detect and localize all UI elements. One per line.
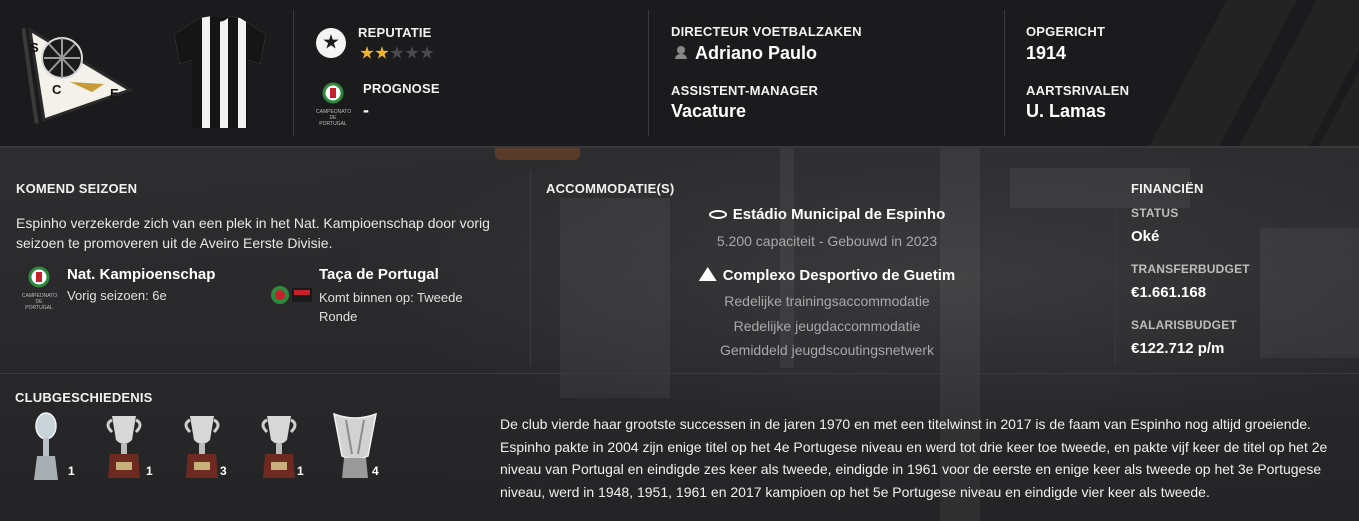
founded-label: OPGERICHT: [1026, 24, 1106, 39]
stadium-name: Estádio Municipal de Espinho: [732, 206, 946, 223]
youth-quality: Redelijke jeugdaccommodatie: [733, 318, 921, 334]
trophy-count: 1: [68, 464, 75, 478]
competition-logo: CAMPEONATO DE PORTUGAL: [316, 82, 351, 127]
star-icon: [360, 46, 374, 59]
prognosis-value: -: [363, 100, 369, 120]
silver-cup-icon[interactable]: [182, 410, 222, 482]
salary-budget-label: SALARISBUDGET: [1131, 318, 1237, 332]
assistant-value[interactable]: Vacature: [671, 101, 746, 122]
trophy-count: 1: [297, 464, 304, 478]
training-cone-icon: [698, 267, 717, 281]
club-kit-shirt[interactable]: [170, 14, 270, 132]
crystal-trophy-icon[interactable]: [28, 410, 64, 482]
competition-detail: Komt binnen op: Tweede Ronde: [319, 290, 463, 324]
training-name: Complexo Desportivo de Guetim: [722, 267, 956, 284]
rivals-label: AARTSRIVALEN: [1026, 83, 1130, 98]
scouting-network: Gemiddeld jeugdscoutingsnetwerk: [719, 342, 934, 358]
founded-value: 1914: [1026, 43, 1067, 63]
competition-detail: Vorig seizoen: 6e: [67, 288, 167, 303]
status-value: Oké: [1131, 228, 1160, 245]
club-crest[interactable]: S C E: [21, 20, 142, 130]
star-icon: [420, 46, 434, 59]
prognosis-label: PROGNOSE: [363, 81, 440, 96]
competition-logo: CAMPEONATO DE PORTUGAL: [22, 266, 57, 311]
club-header: S C E REPUTATIE CAMPEONATO DE PORTUGAL P…: [0, 0, 1359, 148]
header-decoration: [1139, 0, 1359, 146]
star-icon: [405, 46, 419, 59]
season-description: Espinho verzekerde zich van een plek in …: [16, 215, 490, 251]
silver-cup-icon[interactable]: [104, 410, 144, 482]
salary-budget-value[interactable]: €122.712 p/m: [1131, 340, 1224, 357]
reputation-stars[interactable]: [360, 46, 435, 65]
cup-logo: [270, 284, 312, 306]
competition-name[interactable]: Taça de Portugal: [319, 266, 439, 283]
season-title: KOMEND SEIZOEN: [16, 181, 138, 196]
trophy-count: 1: [146, 464, 153, 478]
training-quality: Redelijke trainingsaccommodatie: [724, 293, 930, 309]
status-label: STATUS: [1131, 206, 1179, 220]
facilities-title: ACCOMMODATIE(S): [546, 181, 675, 196]
history-title: CLUBGESCHIEDENIS: [15, 390, 153, 405]
transfer-budget-label: TRANSFERBUDGET: [1131, 262, 1250, 276]
assistant-label: ASSISTENT-MANAGER: [671, 83, 819, 98]
star-icon: [390, 46, 404, 59]
stadium-row[interactable]: Estádio Municipal de Espinho: [547, 206, 1107, 224]
crest-letter-e: E: [110, 86, 119, 101]
director-label: DIRECTEUR VOETBALZAKEN: [671, 24, 862, 39]
rivals-value[interactable]: U. Lamas: [1026, 101, 1106, 122]
trophy-count: 3: [220, 464, 227, 478]
history-text: De club vierde haar grootste successen i…: [500, 416, 1328, 500]
stadium-icon: [708, 210, 727, 220]
reputation-icon: [316, 28, 346, 58]
reputation-label: REPUTATIE: [358, 25, 432, 40]
crest-letter-c: C: [52, 82, 62, 97]
silver-cup-icon[interactable]: [259, 410, 299, 482]
crest-letter-s: S: [30, 40, 39, 55]
director-value[interactable]: Adriano Paulo: [695, 43, 817, 64]
competition-name[interactable]: Nat. Kampioenschap: [67, 266, 215, 283]
finances-title: FINANCIËN: [1131, 181, 1204, 196]
person-icon: [675, 46, 687, 59]
transfer-budget-value[interactable]: €1.661.168: [1131, 284, 1206, 301]
training-row[interactable]: Complexo Desportivo de Guetim: [547, 267, 1107, 285]
stadium-info: 5.200 capaciteit - Gebouwd in 2023: [716, 233, 938, 249]
trophy-count: 4: [372, 464, 379, 478]
star-icon: [375, 46, 389, 59]
